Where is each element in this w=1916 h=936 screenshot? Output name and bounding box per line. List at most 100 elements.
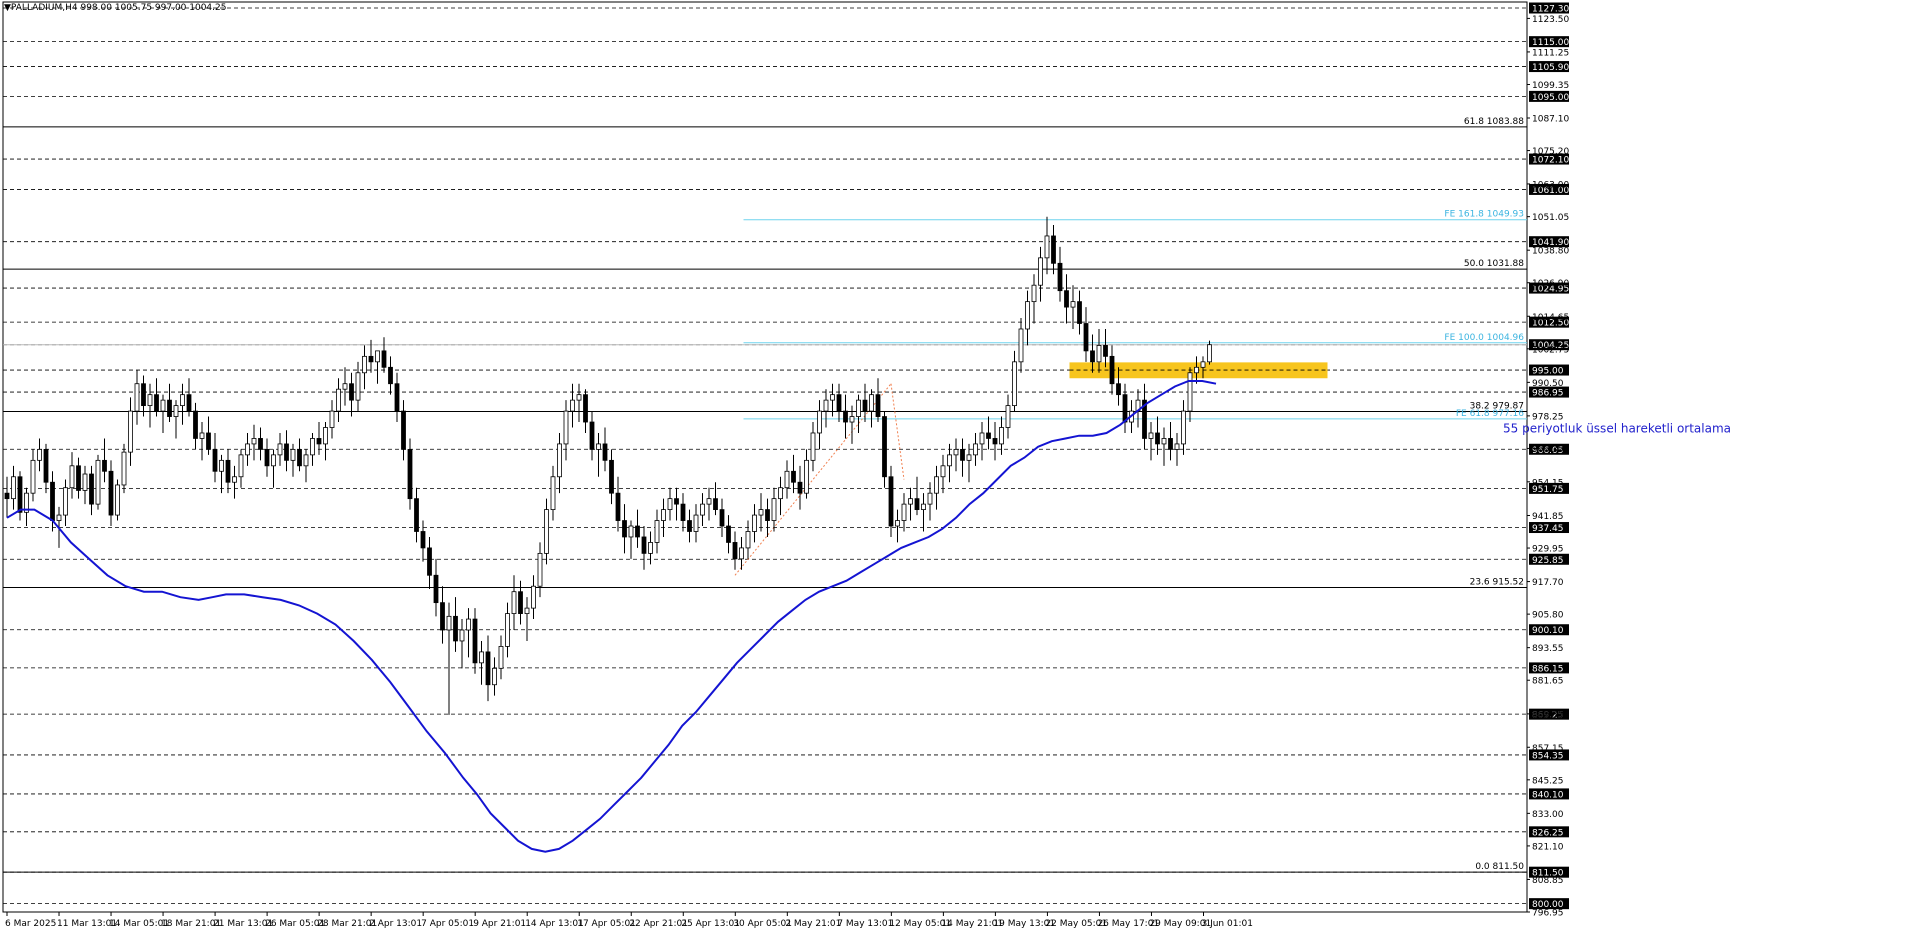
candle-body	[505, 613, 510, 647]
y-tick-label: 1111.25	[1532, 48, 1569, 58]
candle-body	[173, 405, 179, 417]
candle-body	[433, 574, 439, 604]
candle-body	[102, 459, 107, 472]
candle-body	[420, 531, 426, 549]
candle-body	[245, 443, 250, 456]
candle-body	[167, 399, 172, 417]
candle-body	[388, 366, 393, 385]
candle-body	[180, 394, 185, 407]
time-axis: 6 Mar 2025 11 Mar 13:0114 Mar 05:0118 Mar…	[3, 911, 1527, 929]
candle-body	[888, 476, 894, 527]
candle-body	[1090, 350, 1095, 363]
candle-body	[440, 602, 445, 631]
candle-body	[95, 459, 101, 505]
fib-expansion-label: FE 100.0 1004.96	[1444, 333, 1524, 343]
candle-body	[290, 448, 296, 461]
price-box-label: 995.00	[1532, 367, 1564, 377]
candle-body	[303, 454, 309, 467]
x-tick-label: 17 Apr 05:01	[577, 919, 636, 929]
x-tick-label: 7 Apr 05:01	[421, 919, 474, 929]
candle-body	[1038, 257, 1043, 286]
fib-retracement-label: 50.0 1031.88	[1464, 259, 1524, 269]
candle-body	[602, 443, 608, 461]
candle-body	[1064, 290, 1069, 308]
candle-body	[466, 618, 471, 631]
trend-line-up	[734, 383, 892, 576]
price-box-label: 986.95	[1532, 389, 1564, 399]
y-tick-label: 821.10	[1532, 842, 1564, 852]
candle-body	[349, 383, 354, 401]
candle-body	[1116, 383, 1121, 396]
candle-body	[771, 498, 777, 521]
candle-body	[1168, 438, 1173, 450]
candle-body	[238, 454, 244, 478]
candle-body	[641, 536, 647, 554]
candle-body	[674, 498, 679, 505]
candle-body	[108, 470, 114, 516]
price-chart[interactable]: 61.8 1083.8850.0 1031.8838.2 979.8723.6 …	[0, 0, 1916, 936]
candle-body	[791, 470, 796, 483]
fib-retracement-label: 0.0 811.50	[1475, 862, 1524, 872]
candle-body	[479, 651, 484, 664]
candle-body	[11, 476, 16, 500]
candle-body	[336, 388, 341, 412]
y-tick-label: 833.00	[1532, 810, 1564, 820]
candle-body	[414, 498, 419, 532]
candle-body	[843, 410, 848, 423]
candle-body	[43, 448, 49, 483]
candle-body	[680, 503, 686, 521]
candle-body	[895, 520, 900, 527]
candle-body	[589, 421, 595, 450]
candle-body	[271, 454, 276, 467]
trend-line-down	[890, 383, 905, 480]
candle-body	[713, 498, 718, 510]
candle-body	[1207, 344, 1212, 363]
candle-body	[947, 454, 952, 467]
candle-body	[485, 651, 491, 686]
candle-body	[1148, 432, 1154, 439]
candle-body	[739, 547, 744, 560]
y-tick-label: 905.80	[1532, 611, 1564, 621]
candle-body	[63, 487, 68, 516]
candle-body	[576, 394, 582, 401]
candle-body	[1031, 284, 1037, 303]
candle-body	[459, 629, 465, 642]
candle-body	[128, 410, 133, 453]
candle-body	[752, 514, 757, 532]
candle-body	[1025, 301, 1030, 330]
candle-body	[648, 542, 653, 554]
candle-body	[882, 416, 887, 478]
candle-body	[927, 492, 933, 505]
candle-body	[732, 542, 738, 560]
candle-body	[550, 476, 556, 510]
candle-body	[407, 448, 413, 500]
candle-body	[557, 443, 562, 478]
y-tick-label: 1075.20	[1532, 147, 1569, 157]
candle-body	[1103, 345, 1108, 357]
plot-frame	[2, 1, 1528, 913]
candle-body	[992, 438, 998, 445]
y-tick-label: 1087.10	[1532, 115, 1569, 125]
candle-body	[817, 410, 822, 434]
candle-body	[1070, 301, 1076, 308]
candle-body	[537, 552, 543, 587]
candle-body	[596, 443, 601, 450]
y-tick-label: 808.85	[1532, 876, 1564, 886]
candle-body	[219, 459, 224, 472]
y-tick-label: 990.50	[1532, 379, 1564, 389]
candle-body	[726, 525, 731, 543]
y-tick-label: 869.35	[1532, 710, 1564, 720]
candle-body	[979, 432, 985, 445]
y-tick-label: 954.15	[1532, 478, 1564, 488]
candle-body	[199, 432, 205, 439]
candle-body	[1109, 355, 1115, 385]
candle-body	[524, 607, 530, 614]
candle-body	[1018, 328, 1024, 363]
annotations: 55 periyotluk üssel hareketli ortalama	[1503, 421, 1731, 435]
candle-body	[472, 618, 478, 664]
candle-body	[492, 667, 497, 686]
candle-body	[706, 498, 712, 505]
x-tick-label: 2 Apr 13:01	[369, 919, 422, 929]
price-box-label: 1095.00	[1532, 93, 1569, 103]
candle-body	[999, 427, 1004, 445]
